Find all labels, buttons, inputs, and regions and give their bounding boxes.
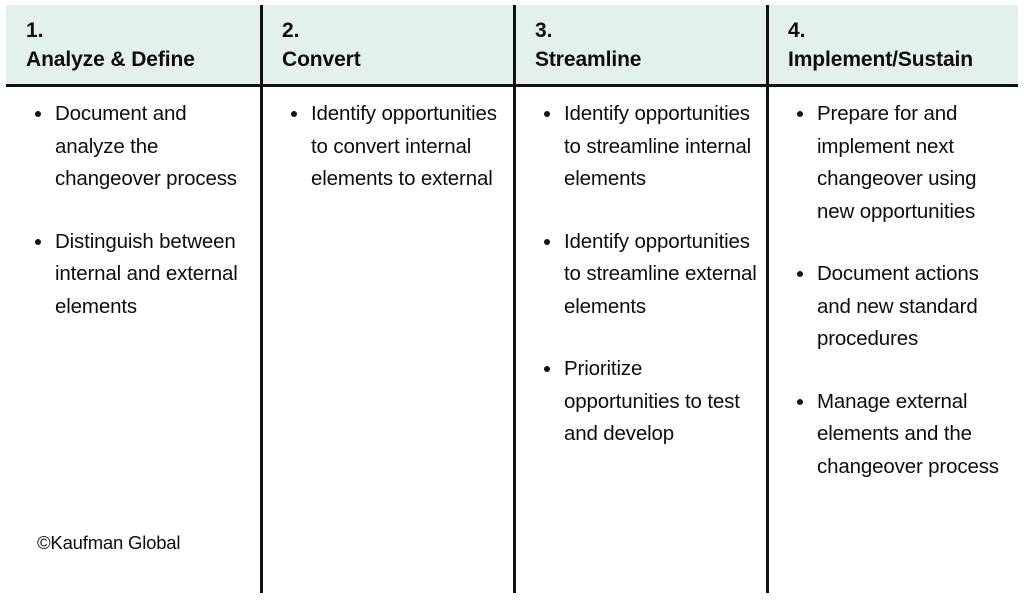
- list-item: Manage external elements and the changeo…: [784, 386, 1010, 484]
- bullet-list-2: Identify opportunities to convert intern…: [278, 98, 507, 196]
- list-item-text: Prepare for and implement next changeove…: [817, 102, 977, 223]
- bullet-dot-icon: [544, 111, 550, 117]
- column-number-4: 4.: [788, 19, 806, 42]
- list-item-text: Identify opportunities to streamline int…: [564, 102, 751, 190]
- column-number-3: 3.: [535, 19, 553, 42]
- copyright-notice: ©Kaufman Global: [37, 532, 181, 553]
- matrix-body-row: Document and analyze the changeover proc…: [6, 87, 1018, 603]
- list-item-text: Prioritize opportunities to test and dev…: [564, 357, 740, 445]
- column-title-1: Analyze & Define: [26, 48, 195, 71]
- column-number-2: 2.: [282, 19, 300, 42]
- column-divider-1: [260, 5, 263, 593]
- column-header-4: 4. Implement/Sustain: [768, 5, 1018, 85]
- column-title-4: Implement/Sustain: [788, 48, 974, 71]
- column-body-4: Prepare for and implement next changeove…: [768, 87, 1018, 603]
- bullet-dot-icon: [544, 366, 550, 372]
- list-item: Document actions and new standard proced…: [784, 258, 1010, 356]
- list-item: Prioritize opportunities to test and dev…: [531, 353, 760, 451]
- bullet-list-1: Document and analyze the changeover proc…: [22, 98, 254, 323]
- bullet-dot-icon: [797, 111, 803, 117]
- column-header-1: 1. Analyze & Define: [6, 5, 262, 85]
- list-item: Identify opportunities to streamline ext…: [531, 226, 760, 324]
- bullet-dot-icon: [291, 111, 297, 117]
- column-body-2: Identify opportunities to convert intern…: [262, 87, 515, 603]
- column-body-3: Identify opportunities to streamline int…: [515, 87, 768, 603]
- bullet-list-4: Prepare for and implement next changeove…: [784, 98, 1010, 483]
- list-item: Identify opportunities to streamline int…: [531, 98, 760, 196]
- list-item-text: Distinguish between internal and externa…: [55, 229, 238, 318]
- list-item: Prepare for and implement next changeove…: [784, 98, 1010, 228]
- column-title-3: Streamline: [535, 48, 642, 71]
- list-item-text: Document actions and new standard proced…: [817, 262, 979, 350]
- column-title-2: Convert: [282, 48, 361, 71]
- list-item: Document and analyze the changeover proc…: [22, 98, 254, 196]
- column-body-1: Document and analyze the changeover proc…: [6, 87, 262, 603]
- list-item-text: Identify opportunities to convert intern…: [311, 102, 497, 190]
- matrix-header-row: 1. Analyze & Define 2. Convert 3. Stream…: [6, 5, 1018, 85]
- list-item-text: Manage external elements and the changeo…: [817, 389, 999, 478]
- bullet-dot-icon: [797, 271, 803, 277]
- bullet-dot-icon: [797, 398, 803, 405]
- list-item-text: Identify opportunities to streamline ext…: [564, 229, 757, 318]
- four-step-matrix: 1. Analyze & Define 2. Convert 3. Stream…: [0, 0, 1030, 603]
- bullet-list-3: Identify opportunities to streamline int…: [531, 98, 760, 451]
- column-divider-2: [513, 5, 516, 593]
- list-item: Identify opportunities to convert intern…: [278, 98, 507, 196]
- column-header-3: 3. Streamline: [515, 5, 768, 85]
- column-number-1: 1.: [26, 19, 44, 42]
- column-divider-3: [766, 5, 769, 593]
- bullet-dot-icon: [35, 111, 41, 117]
- bullet-dot-icon: [35, 238, 41, 245]
- column-header-2: 2. Convert: [262, 5, 515, 85]
- list-item-text: Document and analyze the changeover proc…: [55, 102, 237, 190]
- list-item: Distinguish between internal and externa…: [22, 226, 254, 324]
- bullet-dot-icon: [544, 238, 550, 245]
